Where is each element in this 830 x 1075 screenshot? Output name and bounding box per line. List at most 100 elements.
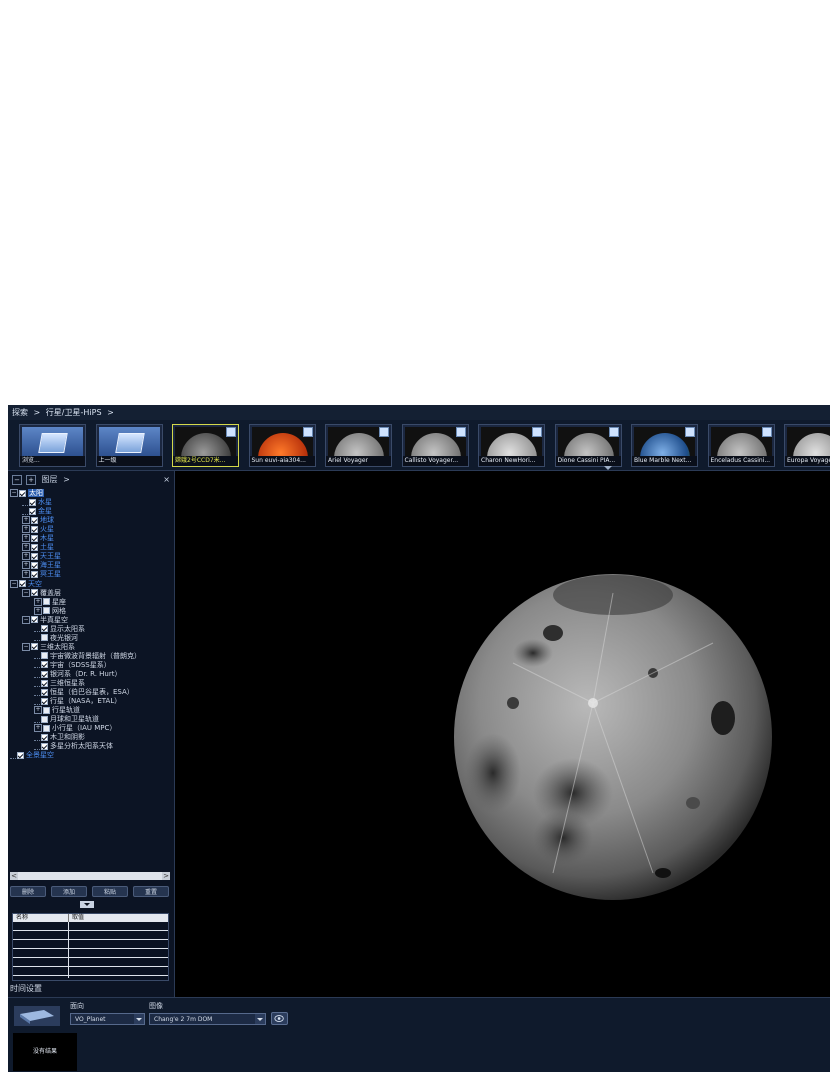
layer-checkbox[interactable] xyxy=(31,561,38,569)
layer-tree-node[interactable]: + 星座 xyxy=(34,597,66,607)
layer-tree-node[interactable]: 月球和卫星轨道 xyxy=(34,715,99,724)
device-icon[interactable] xyxy=(14,1006,60,1026)
sky-viewport[interactable] xyxy=(175,471,830,997)
layer-checkbox[interactable] xyxy=(31,525,38,533)
layer-tree-node[interactable]: 金星 xyxy=(22,507,52,516)
layer-checkbox[interactable] xyxy=(41,634,48,642)
layers-panel-arrow[interactable]: > xyxy=(63,475,70,484)
expand-icon[interactable]: + xyxy=(34,606,42,615)
layer-checkbox[interactable] xyxy=(41,661,48,669)
layer-tree-node[interactable]: 水星 xyxy=(22,498,52,507)
chevron-down-icon[interactable] xyxy=(134,1014,144,1024)
info-badge-icon[interactable] xyxy=(532,427,542,437)
expand-icon[interactable]: + xyxy=(22,516,30,525)
layer-checkbox[interactable] xyxy=(31,570,38,578)
thumbnail-folder-up[interactable]: 上一级 xyxy=(95,424,163,467)
layer-tree-node[interactable]: + 天王星 xyxy=(22,552,61,561)
layer-checkbox[interactable] xyxy=(43,598,50,606)
layer-tree-node[interactable]: + 木星 xyxy=(22,534,54,543)
collapse-down-icon[interactable] xyxy=(80,901,94,908)
info-badge-icon[interactable] xyxy=(608,427,619,437)
collapse-all-icon[interactable]: − xyxy=(12,474,22,485)
layer-checkbox[interactable] xyxy=(41,688,48,696)
paste-button[interactable]: 粘贴 xyxy=(92,886,128,897)
info-badge-icon[interactable] xyxy=(685,427,695,437)
layer-tree-node[interactable]: 木卫和阴影 xyxy=(34,733,85,742)
layer-checkbox[interactable] xyxy=(29,507,36,515)
thumbnail-grey[interactable]: Dione Cassini PIA... xyxy=(554,424,622,467)
layer-checkbox[interactable] xyxy=(43,706,50,714)
layer-tree-node[interactable]: + 冥王星 xyxy=(22,570,61,579)
layer-checkbox[interactable] xyxy=(31,616,38,624)
layer-checkbox[interactable] xyxy=(19,489,26,497)
add-button[interactable]: 添加 xyxy=(51,886,87,897)
layer-checkbox[interactable] xyxy=(29,498,36,506)
layer-checkbox[interactable] xyxy=(31,516,38,524)
layer-checkbox[interactable] xyxy=(43,724,50,732)
scroll-left-icon[interactable]: < xyxy=(10,872,18,880)
time-settings-label[interactable]: 时间设置 xyxy=(10,983,42,994)
image-select[interactable]: Chang'e 2 7m DOM xyxy=(149,1013,266,1025)
layer-checkbox[interactable] xyxy=(43,607,50,615)
table-row[interactable] xyxy=(13,958,168,967)
expand-icon[interactable]: + xyxy=(22,552,30,561)
layer-checkbox[interactable] xyxy=(31,552,38,560)
thumbnail-moon[interactable]: 嫦娥2号CCD7米... xyxy=(172,424,239,467)
layer-checkbox[interactable] xyxy=(41,652,48,660)
info-badge-icon[interactable] xyxy=(302,427,313,437)
table-row[interactable] xyxy=(13,940,168,949)
delete-button[interactable]: 删除 xyxy=(10,886,46,897)
thumbnail-sun[interactable]: Sun euvi-aia304... xyxy=(248,424,316,467)
breadcrumb-planets-hips[interactable]: 行星/卫星-HiPS xyxy=(46,408,102,417)
horizontal-scrollbar[interactable]: < > xyxy=(10,872,170,880)
layer-tree-node[interactable]: 行星（NASA，ETAL） xyxy=(34,697,121,706)
thumbnail-earth[interactable]: Blue Marble Next... xyxy=(631,424,698,467)
layer-checkbox[interactable] xyxy=(31,643,38,651)
strip-collapse-caret-icon[interactable] xyxy=(604,466,612,470)
layer-tree-node[interactable]: 恒星（伯巴谷星表，ESA） xyxy=(34,688,134,697)
layer-checkbox[interactable] xyxy=(19,580,26,587)
expand-icon[interactable]: + xyxy=(34,706,42,715)
layer-tree-node[interactable]: + 网格 xyxy=(34,606,66,616)
eye-icon[interactable] xyxy=(271,1012,288,1025)
layer-tree-node[interactable]: − 三维太阳系 xyxy=(22,642,75,652)
layer-tree-node[interactable]: + 海王星 xyxy=(22,561,61,570)
thumbnail-grey[interactable]: Enceladus Cassini... xyxy=(707,424,775,467)
layer-checkbox[interactable] xyxy=(41,715,48,723)
thumbnail-folder-browse[interactable]: 浏览... xyxy=(19,424,86,467)
layer-tree-node[interactable]: + 行星轨道 xyxy=(34,706,80,715)
table-row[interactable] xyxy=(13,967,168,976)
expand-icon[interactable]: + xyxy=(22,525,30,534)
thumbnail-grey-light[interactable]: Europa Voyager xyxy=(784,424,830,467)
layer-tree-node[interactable]: + 土星 xyxy=(22,543,54,552)
layer-tree-node[interactable]: 三维恒星系 xyxy=(34,679,85,688)
layer-tree-node[interactable]: − 太阳 xyxy=(10,489,44,498)
layer-checkbox[interactable] xyxy=(41,733,48,741)
layer-checkbox[interactable] xyxy=(41,697,48,705)
collapse-icon[interactable]: − xyxy=(22,588,30,597)
info-badge-icon[interactable] xyxy=(226,427,236,437)
moon-globe[interactable] xyxy=(453,573,773,901)
thumbnail-grey-light[interactable]: Charon NewHori... xyxy=(478,424,545,467)
close-icon[interactable]: × xyxy=(163,474,170,486)
layer-tree-node[interactable]: 显示太阳系 xyxy=(34,625,85,634)
scroll-right-icon[interactable]: > xyxy=(162,872,170,880)
layer-checkbox[interactable] xyxy=(31,589,38,597)
breadcrumb-explore[interactable]: 探索 xyxy=(12,408,28,417)
layer-checkbox[interactable] xyxy=(41,742,48,750)
table-row[interactable] xyxy=(13,931,168,940)
layer-tree-node[interactable]: 宇宙（SDSS星系） xyxy=(34,661,111,670)
layer-tree-node[interactable]: 夜光银河 xyxy=(34,634,78,643)
layer-tree-node[interactable]: + 小行星（IAU MPC） xyxy=(34,724,116,733)
collapse-icon[interactable]: − xyxy=(10,579,18,588)
layer-tree-node[interactable]: − 覆盖层 xyxy=(22,588,61,598)
reset-button[interactable]: 重置 xyxy=(133,886,169,897)
chevron-down-icon[interactable] xyxy=(255,1014,265,1024)
collapse-icon[interactable]: − xyxy=(22,642,30,651)
expand-icon[interactable]: + xyxy=(22,543,30,552)
layer-tree-node[interactable]: 宇宙微波背景辐射（普朗克） xyxy=(34,652,141,661)
thumbnail-grey[interactable]: Callisto Voyager... xyxy=(401,424,469,467)
info-badge-icon[interactable] xyxy=(379,427,389,437)
collapse-icon[interactable]: − xyxy=(22,615,30,624)
layer-tree-node[interactable]: 全景星空 xyxy=(10,751,54,760)
